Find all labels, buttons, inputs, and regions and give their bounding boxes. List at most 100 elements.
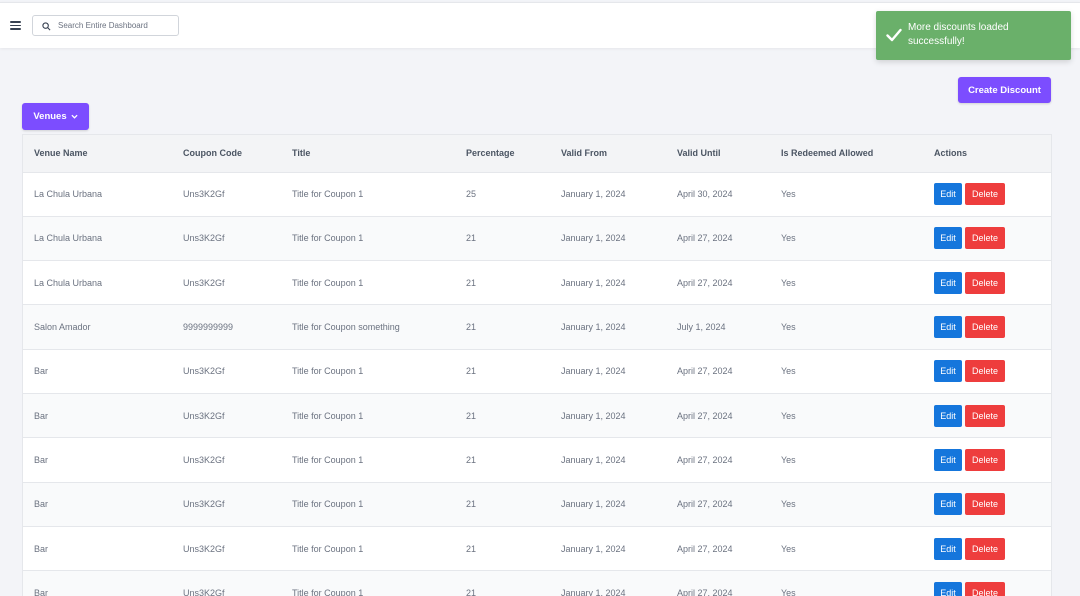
percentage-cell: 21	[455, 570, 550, 596]
column-header[interactable]: Valid Until	[666, 135, 770, 173]
venues-dropdown-button[interactable]: Venues	[22, 103, 89, 130]
delete-button[interactable]: Delete	[965, 404, 1005, 427]
search-icon	[42, 22, 51, 31]
edit-button[interactable]: Edit	[934, 227, 962, 250]
column-header[interactable]: Valid From	[550, 135, 666, 173]
edit-button[interactable]: Edit	[934, 493, 962, 516]
redeemed-allowed-cell: Yes	[770, 304, 923, 350]
coupon-code-cell: Uns3K2Gf	[172, 349, 281, 394]
delete-button[interactable]: Delete	[965, 581, 1005, 596]
toast-message: More discounts loaded successfully!	[908, 22, 1009, 47]
coupon-code-cell: Uns3K2Gf	[172, 437, 281, 483]
row-actions: Edit Delete	[934, 271, 1051, 294]
row-actions: Edit Delete	[934, 537, 1051, 560]
percentage-cell: 21	[455, 216, 550, 262]
edit-button[interactable]: Edit	[934, 581, 962, 596]
redeemed-allowed-cell: Yes	[770, 393, 923, 439]
table-row: La Chula Urbana Uns3K2Gf Title for Coupon …	[23, 216, 1051, 262]
redeemed-allowed-cell: Yes	[770, 482, 923, 527]
discounts-table-container[interactable]: Venue Name Coupon Code Title Percentage …	[22, 134, 1052, 596]
valid-from-cell: January 1, 2024	[550, 172, 666, 217]
coupon-code-cell: Uns3K2Gf	[172, 216, 281, 262]
search-box[interactable]	[32, 15, 179, 36]
venue-name-cell: Bar	[23, 437, 172, 483]
valid-from-cell: January 1, 2024	[550, 526, 666, 572]
redeemed-allowed-cell: Yes	[770, 570, 923, 596]
edit-button[interactable]: Edit	[934, 316, 962, 339]
delete-button[interactable]: Delete	[965, 183, 1005, 206]
redeemed-allowed-cell: Yes	[770, 349, 923, 394]
redeemed-allowed-cell: Yes	[770, 260, 923, 306]
delete-button[interactable]: Delete	[965, 227, 1005, 250]
row-actions: Edit Delete	[934, 316, 1051, 339]
row-actions: Edit Delete	[934, 183, 1051, 206]
column-header[interactable]: Coupon Code	[172, 135, 281, 173]
valid-until-cell: April 27, 2024	[666, 526, 770, 572]
coupon-code-cell: Uns3K2Gf	[172, 570, 281, 596]
venue-name-cell: Salon Amador	[23, 304, 172, 350]
row-actions: Edit Delete	[934, 404, 1051, 427]
redeemed-allowed-cell: Yes	[770, 172, 923, 217]
coupon-code-cell: Uns3K2Gf	[172, 260, 281, 306]
actions-cell: Edit Delete	[923, 216, 1051, 262]
edit-button[interactable]: Edit	[934, 360, 962, 383]
table-row: Bar Uns3K2Gf Title for Coupon 1 21 January 1…	[23, 349, 1051, 394]
valid-from-cell: January 1, 2024	[550, 216, 666, 262]
valid-until-cell: April 30, 2024	[666, 172, 770, 217]
edit-button[interactable]: Edit	[934, 404, 962, 427]
actions-cell: Edit Delete	[923, 304, 1051, 350]
title-cell: Title for Coupon 1	[281, 393, 455, 439]
column-header[interactable]: Percentage	[455, 135, 550, 173]
delete-button[interactable]: Delete	[965, 448, 1005, 471]
venue-name-cell: La Chula Urbana	[23, 172, 172, 217]
percentage-cell: 21	[455, 526, 550, 572]
valid-until-cell: April 27, 2024	[666, 260, 770, 306]
actions-cell: Edit Delete	[923, 482, 1051, 527]
venue-name-cell: Bar	[23, 570, 172, 596]
actions-cell: Edit Delete	[923, 393, 1051, 439]
valid-until-cell: April 27, 2024	[666, 216, 770, 262]
actions-cell: Edit Delete	[923, 260, 1051, 306]
title-cell: Title for Coupon 1	[281, 349, 455, 394]
row-actions: Edit Delete	[934, 448, 1051, 471]
column-header[interactable]: Title	[281, 135, 455, 173]
percentage-cell: 21	[455, 304, 550, 350]
percentage-cell: 21	[455, 349, 550, 394]
valid-until-cell: April 27, 2024	[666, 570, 770, 596]
title-cell: Title for Coupon 1	[281, 216, 455, 262]
edit-button[interactable]: Edit	[934, 271, 962, 294]
column-header[interactable]: Venue Name	[23, 135, 172, 173]
actions-cell: Edit Delete	[923, 526, 1051, 572]
menu-icon[interactable]	[10, 21, 21, 30]
valid-until-cell: July 1, 2024	[666, 304, 770, 350]
delete-button[interactable]: Delete	[965, 316, 1005, 339]
delete-button[interactable]: Delete	[965, 360, 1005, 383]
venue-name-cell: La Chula Urbana	[23, 216, 172, 262]
title-cell: Title for Coupon something	[281, 304, 455, 350]
delete-button[interactable]: Delete	[965, 271, 1005, 294]
table-row: Bar Uns3K2Gf Title for Coupon 1 21 January 1…	[23, 393, 1051, 439]
percentage-cell: 21	[455, 437, 550, 483]
delete-button[interactable]: Delete	[965, 493, 1005, 516]
valid-from-cell: January 1, 2024	[550, 349, 666, 394]
venue-name-cell: Bar	[23, 526, 172, 572]
redeemed-allowed-cell: Yes	[770, 526, 923, 572]
valid-from-cell: January 1, 2024	[550, 393, 666, 439]
chevron-down-icon	[71, 114, 78, 119]
title-cell: Title for Coupon 1	[281, 526, 455, 572]
column-header: Actions	[923, 135, 1051, 173]
edit-button[interactable]: Edit	[934, 448, 962, 471]
edit-button[interactable]: Edit	[934, 183, 962, 206]
delete-button[interactable]: Delete	[965, 537, 1005, 560]
column-header[interactable]: Is Redeemed Allowed	[770, 135, 923, 173]
venue-name-cell: Bar	[23, 349, 172, 394]
success-toast[interactable]: More discounts loaded successfully!	[876, 11, 1071, 60]
percentage-cell: 21	[455, 482, 550, 527]
search-input[interactable]	[53, 16, 177, 35]
table-row: Bar Uns3K2Gf Title for Coupon 1 21 January 1…	[23, 526, 1051, 572]
table-header-row: Venue Name Coupon Code Title Percentage …	[23, 135, 1051, 173]
row-actions: Edit Delete	[934, 581, 1051, 596]
edit-button[interactable]: Edit	[934, 537, 962, 560]
create-discount-button[interactable]: Create Discount	[958, 77, 1051, 103]
table-row: Bar Uns3K2Gf Title for Coupon 1 21 January 1…	[23, 570, 1051, 596]
